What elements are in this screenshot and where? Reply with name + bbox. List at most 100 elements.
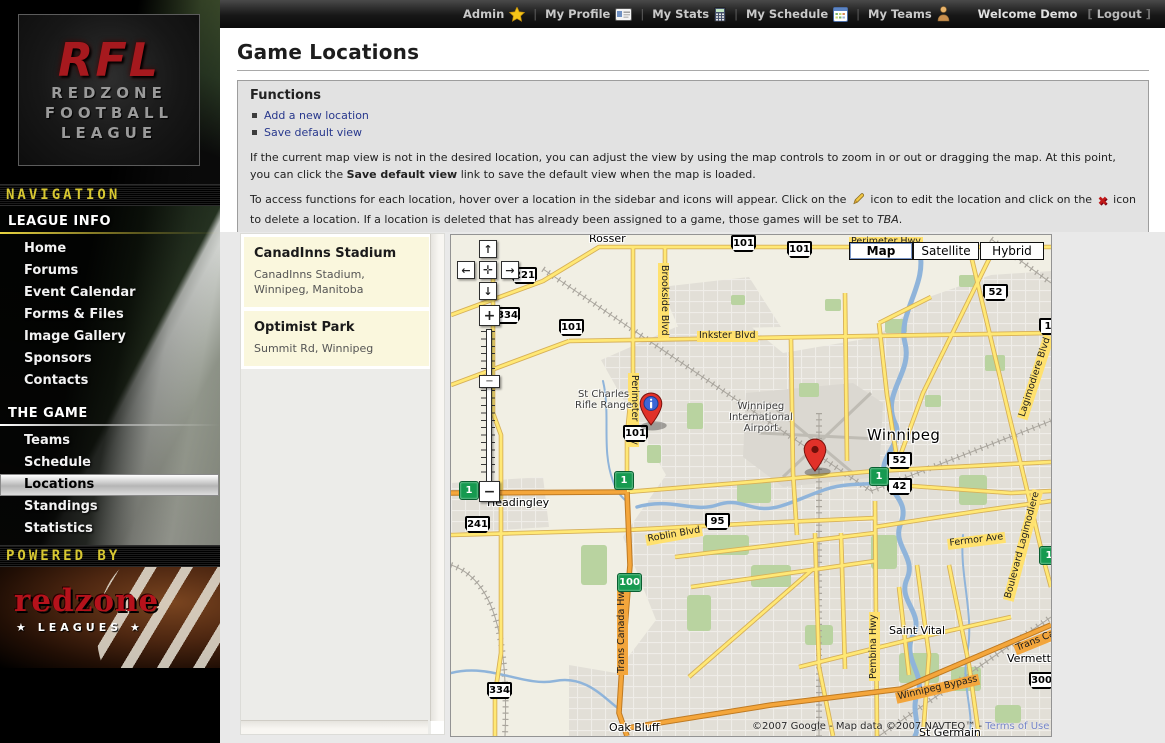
map-type-button-map[interactable]: Map [849,242,913,260]
pan-left-button[interactable]: ← [457,261,475,279]
route-shield: 101 [559,319,584,336]
move-icon: ✛ [483,264,493,276]
trans-canada-shield: 1 [869,467,889,486]
map-type-button-satellite[interactable]: Satellite [913,242,979,260]
location-address: Summit Rd, Winnipeg [254,342,419,357]
route-shield: 10 [1039,318,1052,335]
sidebar-item-statistics[interactable]: Statistics [0,518,220,540]
zoom-slider-track[interactable] [486,329,492,483]
copyright-text: ©2007 Google - Map data ©2007 NAVTEQ™ - [752,721,985,732]
main-content: Game Locations Functions Add a new locat… [220,28,1165,743]
divider [0,232,220,234]
text: icon to edit the location and click on t… [867,193,1096,206]
bullet-icon [252,113,257,118]
person-icon [937,6,950,22]
route-shield: 334 [487,682,512,699]
topbar-item-label: Admin [463,7,504,21]
save-default-view-link[interactable]: Save default view [264,126,362,139]
location-address: CanadInns Stadium, Winnipeg, Manitoba [254,268,419,298]
id-card-icon [615,8,632,21]
zoom-in-button[interactable]: + [479,305,500,326]
league-logo: RFL REDZONE FOOTBALL LEAGUE [18,14,200,166]
functions-links: Add a new location Save default view [252,107,1136,141]
route-shield: 52 [983,284,1008,301]
calculator-icon [714,7,726,22]
zoom-slider-handle[interactable]: − [479,375,500,388]
text: link to save the default view when the m… [457,168,756,181]
trans-canada-shield: 1 [459,481,479,500]
text: . [899,213,903,226]
divider [0,424,220,426]
topbar-item-my-stats[interactable]: My Stats [652,7,726,22]
sidebar-item-standings[interactable]: Standings [0,496,220,518]
topbar-item-my-profile[interactable]: My Profile [545,7,632,21]
functions-box: Functions Add a new location Save defaul… [237,80,1149,240]
text: To access functions for each location, h… [250,193,850,206]
locations-cards: CanadInns Stadium CanadInns Stadium, Win… [241,234,432,369]
brand-subtitle: ★ LEAGUES ★ [16,621,144,634]
trans-canada-shield: 100 [617,573,642,592]
map-copyright: ©2007 Google - Map data ©2007 NAVTEQ™ - … [752,721,1049,732]
logo-line: FOOTBALL [19,103,199,123]
sidebar-item-locations[interactable]: Locations [0,474,219,496]
sidebar-item-teams[interactable]: Teams [0,430,220,452]
map-terrain-layer [451,235,1051,736]
powered-by-banner: POWERED BY [0,545,220,567]
map-canvas[interactable]: Rosser Perimeter Hwy Brookside Blvd Inks… [450,234,1052,737]
sidebar-item-sponsors[interactable]: Sponsors [0,348,220,370]
pan-up-button[interactable]: ↑ [479,240,497,258]
terms-of-use-link[interactable]: Terms of Use [985,721,1049,732]
route-shield: 241 [465,516,490,533]
sidebar-item-forms-files[interactable]: Forms & Files [0,304,220,326]
route-shield: 52 [887,452,912,469]
zoom-out-button[interactable]: − [479,481,500,502]
topbar-item-label: My Teams [868,7,932,21]
map-marker-info[interactable] [638,391,690,437]
map-type-button-hybrid[interactable]: Hybrid [980,242,1044,260]
logo-line: LEAGUE [19,123,199,143]
route-shield: 300 [1029,672,1052,689]
sidebar-item-forums[interactable]: Forums [0,260,220,282]
brand-name: redzone [14,583,159,619]
separator: | [856,7,860,21]
topbar-item-my-teams[interactable]: My Teams [868,6,950,22]
horizontal-scrollbar[interactable] [241,720,428,734]
topbar-item-admin[interactable]: Admin [463,7,525,22]
list-item: Add a new location [252,107,1136,124]
topbar-item-label: My Stats [652,7,709,21]
sidebar-item-contacts[interactable]: Contacts [0,370,220,392]
add-location-link[interactable]: Add a new location [264,109,369,122]
map-marker-location[interactable] [802,437,854,483]
sidebar-item-image-gallery[interactable]: Image Gallery [0,326,220,348]
trans-canada-shield: 1 [1039,546,1052,565]
vertical-scrollbar[interactable] [430,234,444,721]
trans-canada-shield: 1 [614,471,634,490]
sidebar-item-home[interactable]: Home [0,238,220,260]
route-shield: 101 [731,235,756,252]
help-paragraph-1: If the current map view is not in the de… [250,149,1136,183]
sidebar: RFL REDZONE FOOTBALL LEAGUE NAVIGATION L… [0,0,220,743]
location-name: Optimist Park [254,320,419,335]
logout-link[interactable]: Logout [1097,7,1142,21]
sidebar-item-event-calendar[interactable]: Event Calendar [0,282,220,304]
section-title-league-info: LEAGUE INFO [0,206,220,232]
locations-list-panel: CanadInns Stadium CanadInns Stadium, Win… [240,233,445,735]
redzone-leagues-logo: redzone ★ LEAGUES ★ [0,567,220,668]
pan-center-button[interactable]: ✛ [479,261,497,279]
sidebar-item-schedule[interactable]: Schedule [0,452,220,474]
delete-x-icon: ✖ [1098,192,1108,211]
pan-down-button[interactable]: ↓ [479,282,497,300]
topbar-item-my-schedule[interactable]: My Schedule [746,7,848,22]
edit-pencil-icon [852,192,865,210]
route-shield: 101 [787,241,812,258]
logo-acronym: RFL [19,37,199,83]
list-item: Save default view [252,124,1136,141]
pan-right-button[interactable]: → [501,261,519,279]
navigation-banner: NAVIGATION [0,184,220,206]
bullet-icon [252,130,257,135]
italic-text: TBA [877,213,899,226]
location-card-canadinns[interactable]: CanadInns Stadium CanadInns Stadium, Win… [244,237,429,307]
calendar-icon [833,7,848,22]
section-title-the-game: THE GAME [0,392,220,424]
location-card-optimist-park[interactable]: Optimist Park Summit Rd, Winnipeg [244,311,429,366]
